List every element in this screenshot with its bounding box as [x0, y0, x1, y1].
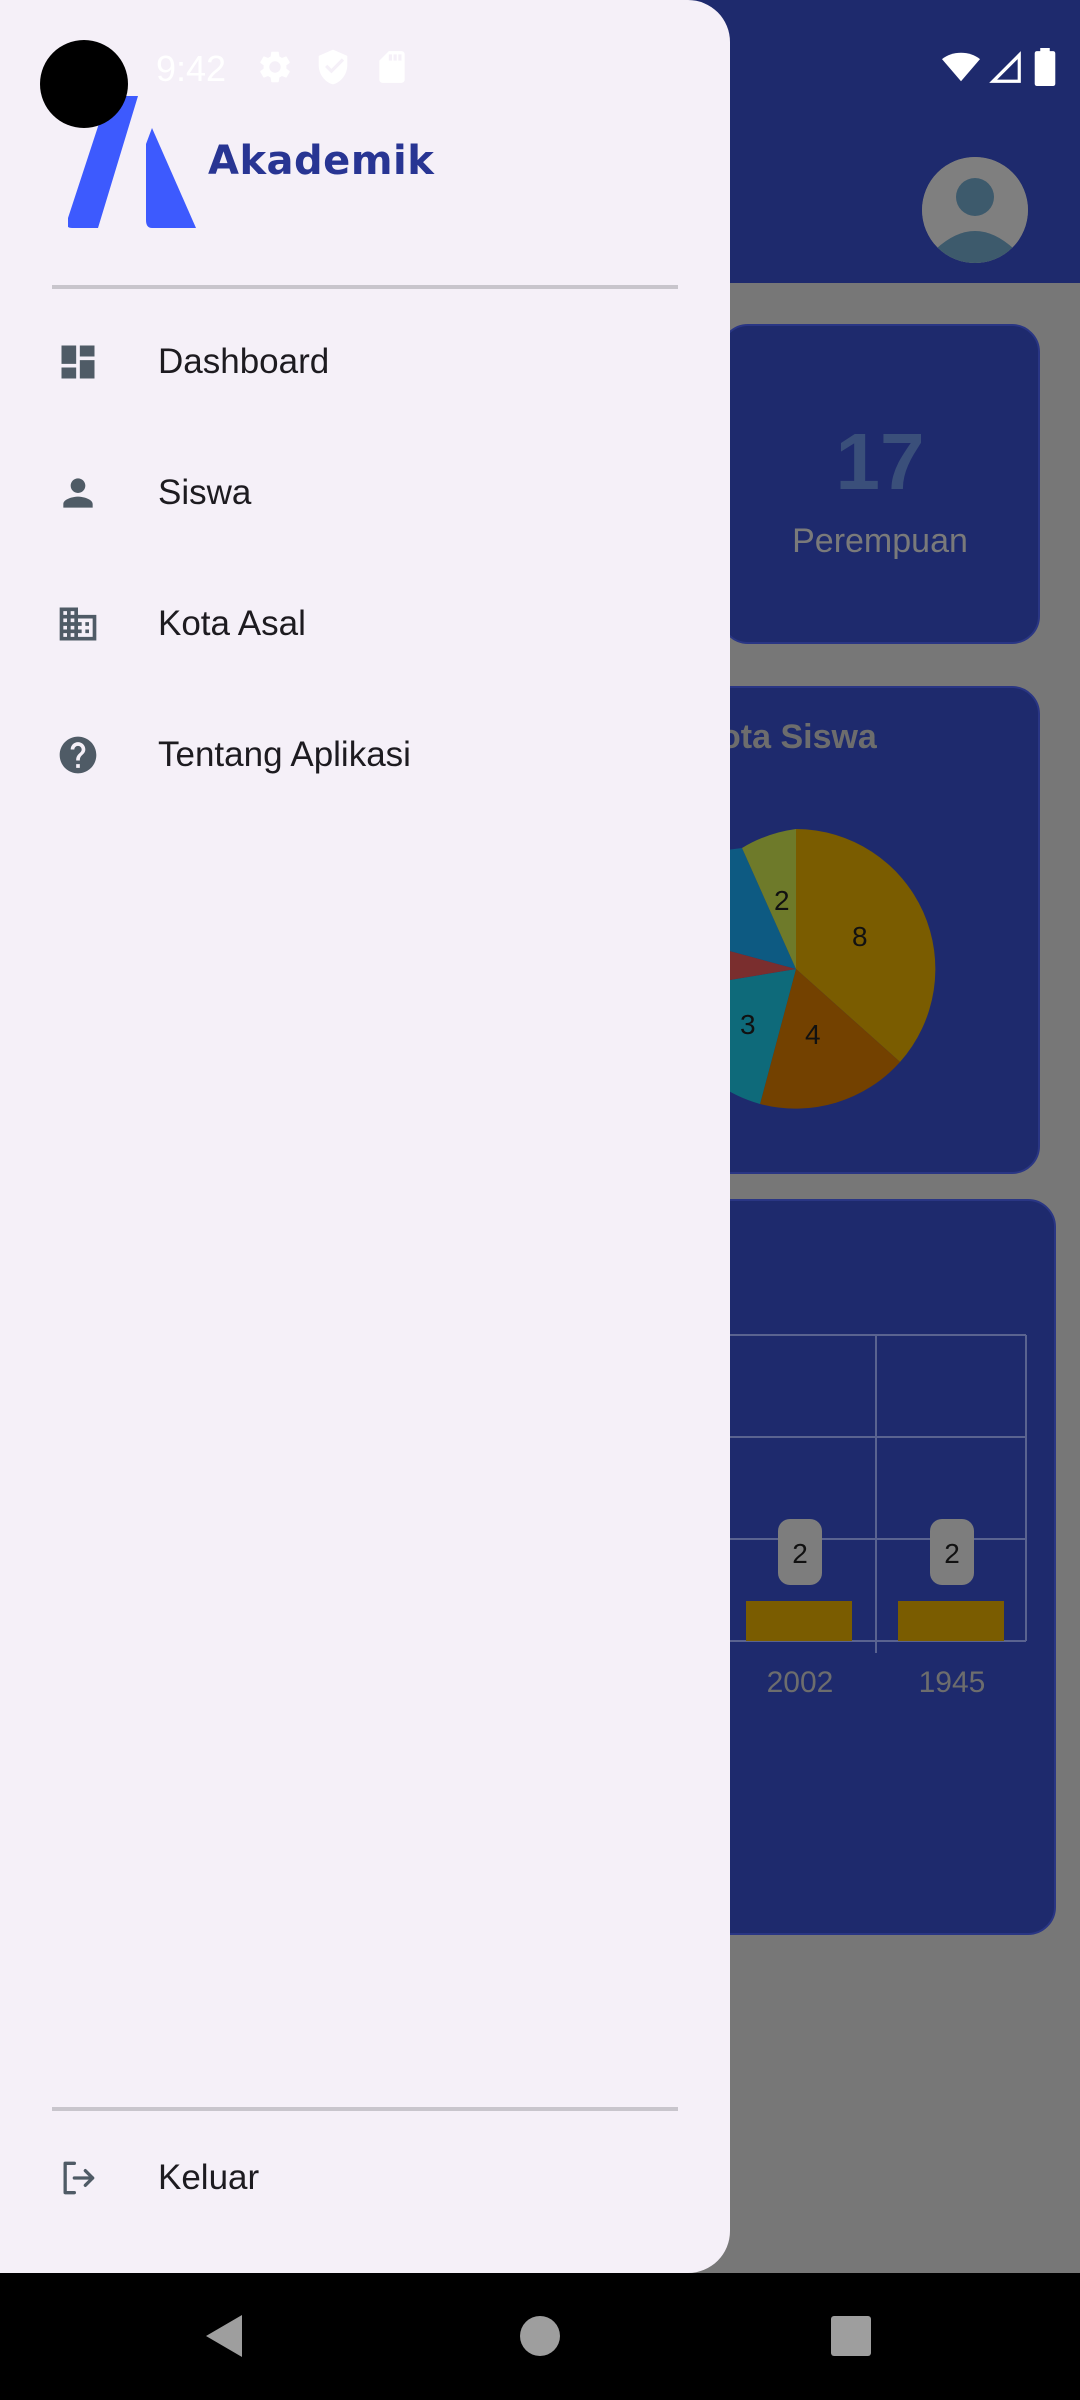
- status-time: 9:42: [156, 48, 227, 89]
- dashboard-icon: [56, 340, 100, 384]
- drawer-divider-top: [52, 285, 678, 289]
- drawer-item-tentang-aplikasi[interactable]: Tentang Aplikasi: [0, 695, 730, 815]
- drawer-item-dashboard[interactable]: Dashboard: [0, 302, 730, 422]
- home-icon[interactable]: [505, 2301, 575, 2371]
- sd-card-icon: [373, 48, 411, 86]
- signal-icon: [986, 48, 1024, 86]
- drawer-divider-bottom: [52, 2107, 678, 2111]
- back-icon[interactable]: [190, 2301, 260, 2371]
- battery-icon: [1030, 48, 1060, 86]
- drawer-item-keluar[interactable]: Keluar: [0, 2118, 730, 2238]
- person-icon: [56, 471, 100, 515]
- status-bar: 9:42: [0, 0, 1080, 132]
- drawer-item-kota-asal[interactable]: Kota Asal: [0, 564, 730, 684]
- system-nav-bar: [0, 2273, 1080, 2400]
- drawer-item-label: Keluar: [158, 2158, 260, 2197]
- camera-cutout: [40, 40, 128, 128]
- drawer-item-label: Tentang Aplikasi: [158, 735, 411, 774]
- recents-icon[interactable]: [816, 2301, 886, 2371]
- drawer-item-label: Kota Asal: [158, 604, 306, 643]
- shield-icon: [314, 48, 352, 86]
- city-icon: [56, 602, 100, 646]
- navigation-drawer: Akademik Dashboard Siswa Kota Asal Tenta…: [0, 0, 730, 2273]
- drawer-item-label: Dashboard: [158, 342, 330, 381]
- drawer-item-siswa[interactable]: Siswa: [0, 433, 730, 553]
- drawer-item-label: Siswa: [158, 473, 252, 512]
- help-icon: [56, 733, 100, 777]
- wifi-icon: [942, 48, 980, 86]
- logout-icon: [56, 2156, 100, 2200]
- settings-icon: [256, 48, 294, 86]
- brand-name: Akademik: [208, 138, 435, 184]
